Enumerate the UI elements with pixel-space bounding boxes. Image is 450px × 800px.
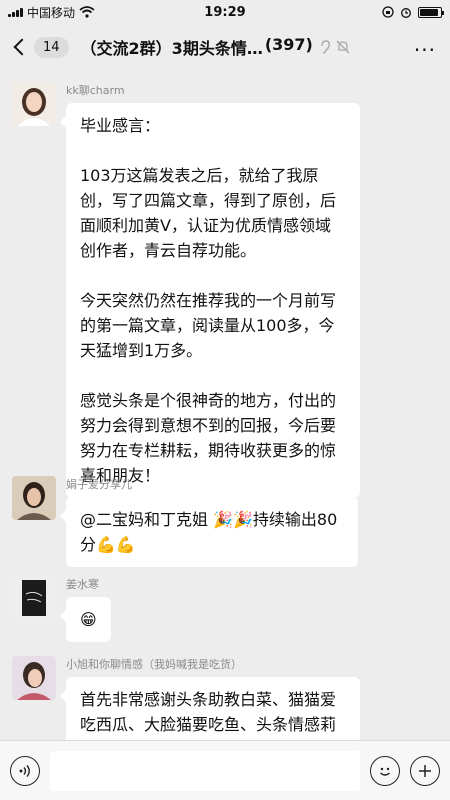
message-item: 姜水寒 😁	[12, 576, 111, 642]
alarm-icon	[401, 8, 411, 18]
battery-fill	[420, 8, 438, 16]
more-functions-button[interactable]	[410, 755, 440, 786]
sender-name: 姜水寒	[66, 578, 99, 591]
message-body: kk聊charm 毕业感言： 103万这篇发表之后，就给了我原创，写了四篇文章，…	[60, 82, 360, 498]
unread-count-badge: 14	[34, 36, 69, 58]
voice-icon	[19, 764, 30, 777]
member-count: (397)	[264, 35, 313, 54]
nav-bar: 14 （交流2群）3期头条情… (397) ···	[0, 24, 450, 70]
message-bubble[interactable]: @二宝妈和丁克姐 🎉🎉持续输出80分💪💪	[60, 497, 358, 567]
plus-icon	[419, 764, 431, 777]
back-button[interactable]: 14	[10, 36, 69, 58]
message-bubble[interactable]: 毕业感言： 103万这篇发表之后，就给了我原创，写了四篇文章，得到了原创，后面顺…	[60, 103, 360, 498]
avatar[interactable]	[12, 656, 56, 700]
status-bar: 中国移动 19:29	[0, 0, 450, 24]
message-body: 娟子爱分享儿 @二宝妈和丁克姐 🎉🎉持续输出80分💪💪	[60, 476, 358, 567]
avatar[interactable]	[12, 476, 56, 520]
sender-name: kk聊charm	[66, 84, 125, 97]
message-input[interactable]	[50, 750, 360, 791]
message-body: 小旭和你聊情感（我妈喊我是吃货） 首先非常感谢头条助教白菜、猫猫爱吃西瓜、大脸猫…	[60, 656, 360, 740]
voice-button[interactable]	[10, 755, 40, 786]
message-bubble[interactable]: 😁	[60, 597, 111, 642]
chat-title-text: （交流2群）3期头条情…	[80, 39, 263, 58]
nav-status-icons	[319, 39, 351, 55]
emoji-button[interactable]	[370, 755, 400, 786]
battery-icon	[418, 6, 444, 18]
chat-title: （交流2群）3期头条情… (397)	[81, 35, 313, 59]
rotation-lock-icon	[382, 6, 394, 18]
message-item: kk聊charm 毕业感言： 103万这篇发表之后，就给了我原创，写了四篇文章，…	[12, 82, 360, 498]
smiley-icon	[380, 767, 390, 776]
message-bubble[interactable]: 首先非常感谢头条助教白菜、猫猫爱吃西瓜、大脸猫要吃鱼、头条情感莉莉四位老师在我讲…	[60, 677, 360, 740]
chat-area[interactable]: kk聊charm 毕业感言： 103万这篇发表之后，就给了我原创，写了四篇文章，…	[0, 70, 450, 740]
mute-bell-icon	[336, 40, 350, 54]
sender-name: 小旭和你聊情感（我妈喊我是吃货）	[66, 658, 242, 671]
message-body: 姜水寒 😁	[60, 576, 111, 642]
more-button[interactable]: ···	[414, 38, 436, 62]
chevron-left-icon	[13, 38, 31, 56]
message-item: 小旭和你聊情感（我妈喊我是吃货） 首先非常感谢头条助教白菜、猫猫爱吃西瓜、大脸猫…	[12, 656, 360, 740]
sender-name: 娟子爱分享儿	[66, 478, 132, 491]
status-right	[382, 6, 444, 18]
avatar[interactable]	[12, 576, 56, 620]
input-bar	[0, 740, 450, 800]
message-item: 娟子爱分享儿 @二宝妈和丁克姐 🎉🎉持续输出80分💪💪	[12, 476, 358, 567]
avatar[interactable]	[12, 82, 56, 126]
earpiece-icon	[321, 40, 330, 54]
